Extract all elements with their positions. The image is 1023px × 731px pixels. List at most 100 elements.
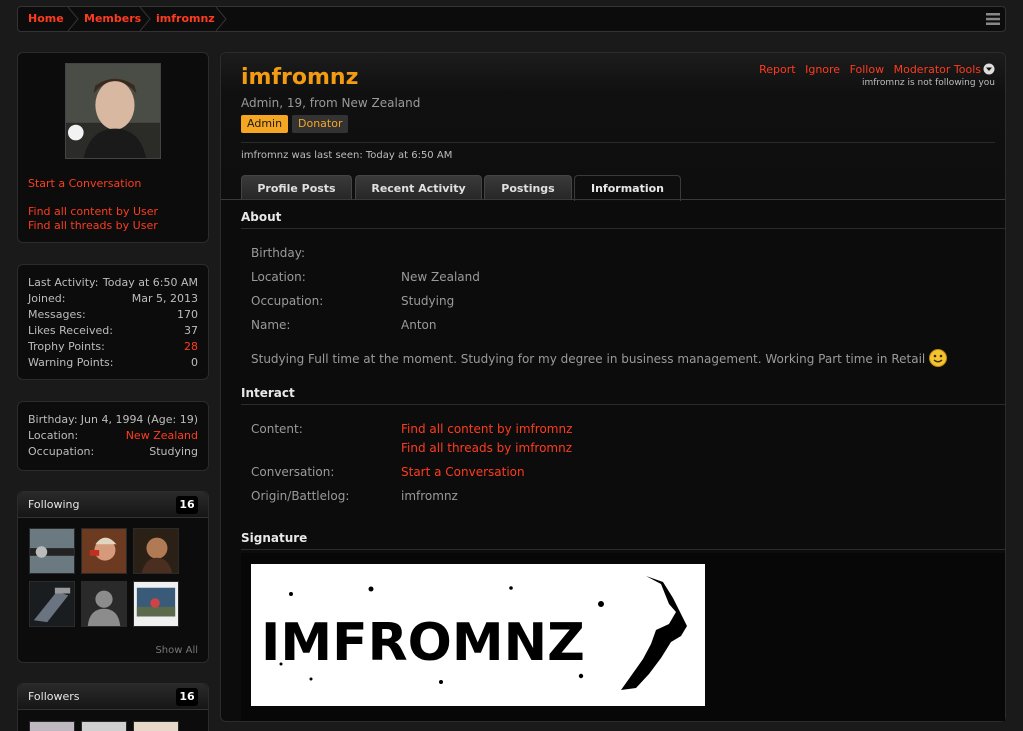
stat-value: 0: [191, 356, 198, 369]
smiley-icon: [929, 349, 948, 367]
username: imfromnz: [241, 65, 359, 90]
signature-area: IMFROMNZ: [241, 553, 1005, 721]
last-seen: imfromnz was last seen: Today at 6:50 AM: [241, 150, 452, 161]
profile-main: imfromnz Admin, 19, from New Zealand Adm…: [220, 52, 1006, 722]
stat-row: Trophy Points: 28: [28, 339, 198, 355]
breadcrumb: Home Members imfromnz: [17, 6, 1006, 32]
divider: [241, 404, 1005, 405]
field-label: Occupation:: [251, 294, 324, 308]
signature-text: IMFROMNZ: [261, 613, 585, 673]
followers-panel: Followers 16: [17, 683, 209, 731]
stat-label: Trophy Points:: [28, 340, 105, 353]
following-avatar[interactable]: [133, 528, 179, 574]
field-label: Content:: [251, 422, 303, 436]
stat-row: Likes Received: 37: [28, 323, 198, 339]
chevron-right-icon: [67, 7, 79, 31]
info-label: Occupation:: [28, 445, 95, 458]
breadcrumb-members[interactable]: Members: [84, 7, 141, 31]
stat-label: Last Activity:: [28, 276, 99, 289]
last-seen-label: imfromnz was last seen:: [241, 150, 363, 161]
stat-value: Mar 5, 2013: [131, 292, 198, 305]
info-value: Studying: [149, 445, 198, 458]
stat-label: Joined:: [28, 292, 66, 305]
profile-header: imfromnz Admin, 19, from New Zealand Adm…: [221, 53, 1005, 201]
donator-badge: Donator: [292, 115, 349, 133]
start-conversation-link[interactable]: Start a Conversation: [401, 465, 525, 479]
breadcrumb-current[interactable]: imfromnz: [156, 7, 215, 31]
follow-status: imfromnz is not following you: [861, 78, 995, 88]
following-count: 16: [176, 496, 198, 514]
report-link[interactable]: Report: [759, 63, 795, 76]
followers-title: Followers: [28, 690, 80, 703]
stat-label: Likes Received:: [28, 324, 113, 337]
about-text: Studying Full time at the moment. Studyi…: [251, 349, 948, 367]
field-label: Origin/Battlelog:: [251, 489, 350, 503]
tab-underline: [221, 199, 1005, 200]
following-avatar[interactable]: [81, 528, 127, 574]
following-title: Following: [28, 498, 80, 511]
user-blurb: Admin, 19, from New Zealand: [241, 96, 421, 110]
field-value: Anton: [401, 318, 437, 332]
last-seen-value: Today at 6:50 AM: [365, 150, 453, 161]
stat-row: Last Activity: Today at 6:50 AM: [28, 275, 198, 291]
follower-avatar[interactable]: [81, 721, 127, 731]
find-threads-link[interactable]: Find all threads by User: [28, 219, 158, 232]
info-row: Birthday: Jun 4, 1994 (Age: 19): [28, 412, 198, 428]
info-row: Location: New Zealand: [28, 428, 198, 444]
field-label: Conversation:: [251, 465, 335, 479]
location-link[interactable]: New Zealand: [126, 428, 198, 444]
tab-postings[interactable]: Postings: [484, 175, 572, 200]
field-value: imfromnz: [401, 489, 458, 503]
stat-label: Messages:: [28, 308, 86, 321]
following-avatar[interactable]: [29, 581, 75, 627]
followers-header: Followers 16: [18, 684, 208, 710]
stat-row: Joined: Mar 5, 2013: [28, 291, 198, 307]
follow-link[interactable]: Follow: [850, 63, 885, 76]
member-stats: Last Activity: Today at 6:50 AM Joined: Ma…: [17, 264, 209, 380]
find-content-link[interactable]: Find all content by imfromnz: [401, 422, 572, 436]
following-avatar[interactable]: [81, 581, 127, 627]
admin-badge: Admin: [241, 115, 289, 133]
show-all-link[interactable]: Show All: [155, 645, 198, 656]
menu-icon[interactable]: [985, 11, 1001, 27]
divider: [241, 228, 1005, 229]
interact-heading: Interact: [241, 386, 295, 400]
about-heading: About: [241, 210, 282, 224]
avatar[interactable]: [65, 63, 161, 159]
followers-count: 16: [176, 688, 198, 706]
divider: [241, 142, 995, 143]
signature-heading: Signature: [241, 531, 308, 545]
follower-avatar[interactable]: [133, 721, 179, 731]
field-value: Studying: [401, 294, 455, 308]
trophy-points-link[interactable]: 28: [184, 339, 198, 355]
info-value: Jun 4, 1994 (Age: 19): [80, 413, 198, 426]
ignore-link[interactable]: Ignore: [805, 63, 840, 76]
following-avatar[interactable]: [133, 581, 179, 627]
find-threads-link[interactable]: Find all threads by imfromnz: [401, 441, 572, 455]
follower-avatar[interactable]: [29, 721, 75, 731]
field-label: Birthday:: [251, 246, 306, 260]
find-content-link[interactable]: Find all content by User: [28, 205, 158, 218]
info-label: Location:: [28, 429, 79, 442]
following-avatar[interactable]: [29, 528, 75, 574]
info-label: Birthday:: [28, 413, 78, 426]
moderator-tools-link[interactable]: Moderator Tools: [894, 63, 981, 76]
info-row: Occupation: Studying: [28, 444, 198, 460]
chevron-right-icon: [139, 7, 151, 31]
tab-recent-activity[interactable]: Recent Activity: [355, 175, 482, 200]
start-conversation-link[interactable]: Start a Conversation: [28, 177, 141, 190]
signature-image: IMFROMNZ: [251, 564, 705, 706]
stat-value: 37: [184, 324, 198, 337]
chevron-down-icon[interactable]: [983, 63, 995, 75]
stat-label: Warning Points:: [28, 356, 114, 369]
stat-row: Warning Points: 0: [28, 355, 198, 371]
following-header: Following 16: [18, 492, 208, 518]
following-panel: Following 16 Show All: [17, 491, 209, 663]
stat-row: Messages: 170: [28, 307, 198, 323]
breadcrumb-home[interactable]: Home: [28, 7, 64, 31]
tab-information[interactable]: Information: [574, 175, 681, 201]
chevron-right-icon: [215, 7, 227, 31]
stat-value: 170: [177, 308, 198, 321]
tab-profile-posts[interactable]: Profile Posts: [241, 175, 352, 200]
divider: [241, 549, 1005, 550]
